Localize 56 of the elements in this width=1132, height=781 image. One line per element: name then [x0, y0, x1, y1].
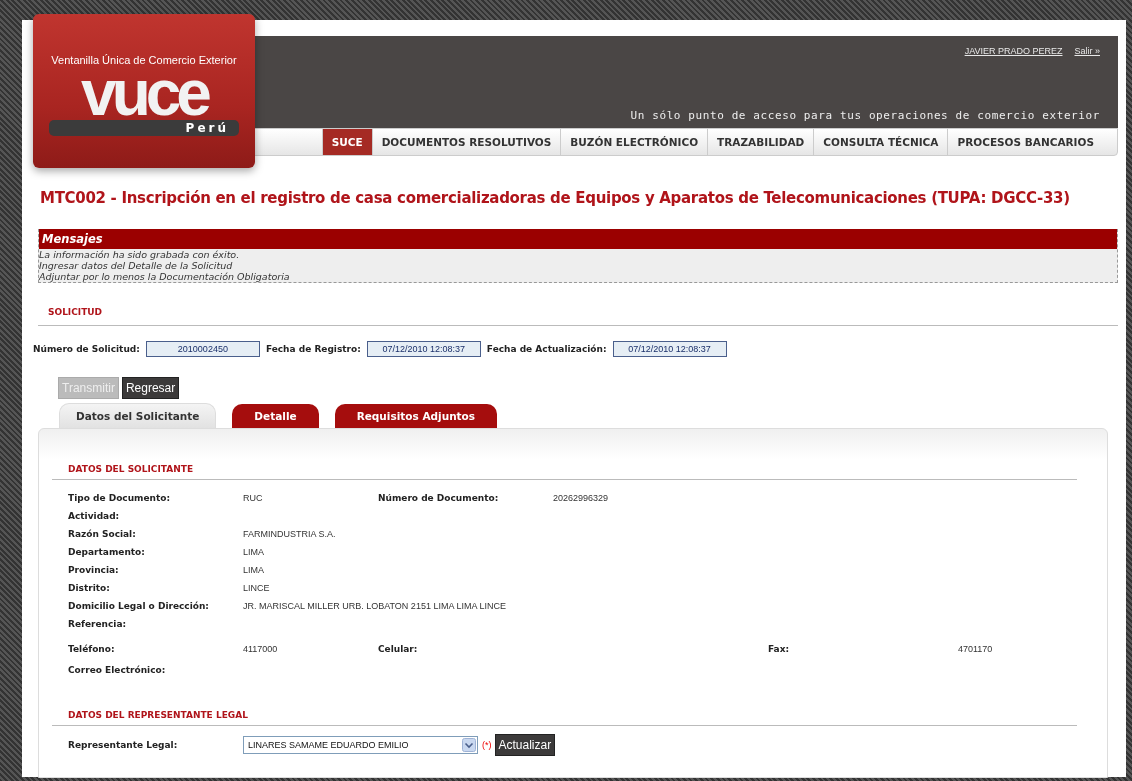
required-marker: (*) — [482, 740, 492, 750]
nav-tab[interactable]: BUZÓN ELECTRÓNICO — [560, 129, 708, 155]
message-line: Ingresar datos del Detalle de la Solicitud — [39, 260, 234, 271]
logout-link[interactable]: Salir » — [1074, 46, 1100, 56]
section-heading: SOLICITUD — [48, 307, 103, 317]
readonly-field: 07/12/2010 12:08:37 — [366, 341, 481, 357]
action-button[interactable]: Regresar — [121, 377, 180, 399]
field-label: Celular: — [378, 644, 419, 654]
field-label: Actividad: — [68, 511, 121, 521]
field-value: 4117000 — [243, 644, 278, 654]
slogan: Un sólo punto de acceso para tus operaciones de comercio exterior — [630, 109, 1100, 122]
nav-tab[interactable]: SUCE — [321, 129, 372, 155]
section-heading: DATOS DEL REPRESENTANTE LEGAL — [68, 710, 248, 720]
field-label: Provincia: — [68, 565, 120, 575]
logo-tagline: Ventanilla Única de Comercio Exterior — [51, 54, 237, 66]
field-label: Teléfono: — [68, 644, 116, 654]
user-link[interactable]: JAVIER PRADO PEREZ — [964, 46, 1063, 56]
field-label: Número de Solicitud: — [33, 344, 140, 354]
field-value: 4701170 — [958, 644, 993, 654]
readonly-field: 2010002450 — [145, 341, 260, 357]
nav-tab[interactable]: PROCESOS BANCARIOS — [947, 129, 1103, 155]
field-value: JR. MARISCAL MILLER URB. LOBATON 2151 LIMA LIMA LINCE — [243, 601, 506, 611]
section-heading: DATOS DEL SOLICITANTE — [68, 464, 194, 474]
field-label: Fecha de Actualización: — [486, 344, 607, 354]
tab[interactable]: Datos del Solicitante — [59, 403, 217, 428]
field-label: Distrito: — [68, 583, 111, 593]
nav-tab[interactable]: CONSULTA TÉCNICA — [813, 129, 948, 155]
representative-select[interactable]: LINARES SAMAME EDUARDO EMILIO — [243, 736, 478, 754]
field-label: Tipo de Documento: — [68, 493, 172, 503]
field-label: Fax: — [768, 644, 791, 654]
field-label: Correo Electrónico: — [68, 665, 167, 675]
field-value: FARMINDUSTRIA S.A. — [243, 529, 336, 539]
field-label: Domicilio Legal o Dirección: — [68, 601, 210, 611]
field-label: Fecha de Registro: — [265, 344, 361, 354]
page-title: MTC002 - Inscripción en el registro de casa comercializadoras de Equipos y Aparatos de Telecomunicaciones (TUPA: DGCC-33) — [40, 189, 1071, 207]
nav-tab[interactable]: TRAZABILIDAD — [707, 129, 814, 155]
field-value: LIMA — [243, 565, 264, 575]
tab[interactable]: Requisitos Adjuntos — [334, 404, 498, 428]
field-label: Departamento: — [68, 547, 146, 557]
message-line: Adjuntar por lo menos la Documentación Obligatoria — [39, 271, 291, 282]
field-value: 20262996329 — [553, 493, 609, 503]
field-value: RUC — [243, 493, 263, 503]
field-label: Razón Social: — [68, 529, 137, 539]
field-label: Número de Documento: — [378, 493, 500, 503]
field-value: LINCE — [243, 583, 270, 593]
field-value: LIMA — [243, 547, 264, 557]
logo-country: Perú — [49, 120, 239, 136]
tab[interactable]: Detalle — [232, 404, 319, 428]
update-button[interactable]: Actualizar — [494, 734, 556, 756]
messages-title: Mensajes — [39, 229, 1117, 249]
field-label: Referencia: — [68, 619, 128, 629]
nav-tab[interactable]: DOCUMENTOS RESOLUTIVOS — [371, 129, 561, 155]
field-label: Representante Legal: — [68, 740, 179, 750]
logo-wordmark: vuce — [81, 68, 207, 118]
message-line: La información ha sido grabada con éxito. — [39, 249, 241, 260]
readonly-field: 07/12/2010 12:08:37 — [612, 341, 727, 357]
